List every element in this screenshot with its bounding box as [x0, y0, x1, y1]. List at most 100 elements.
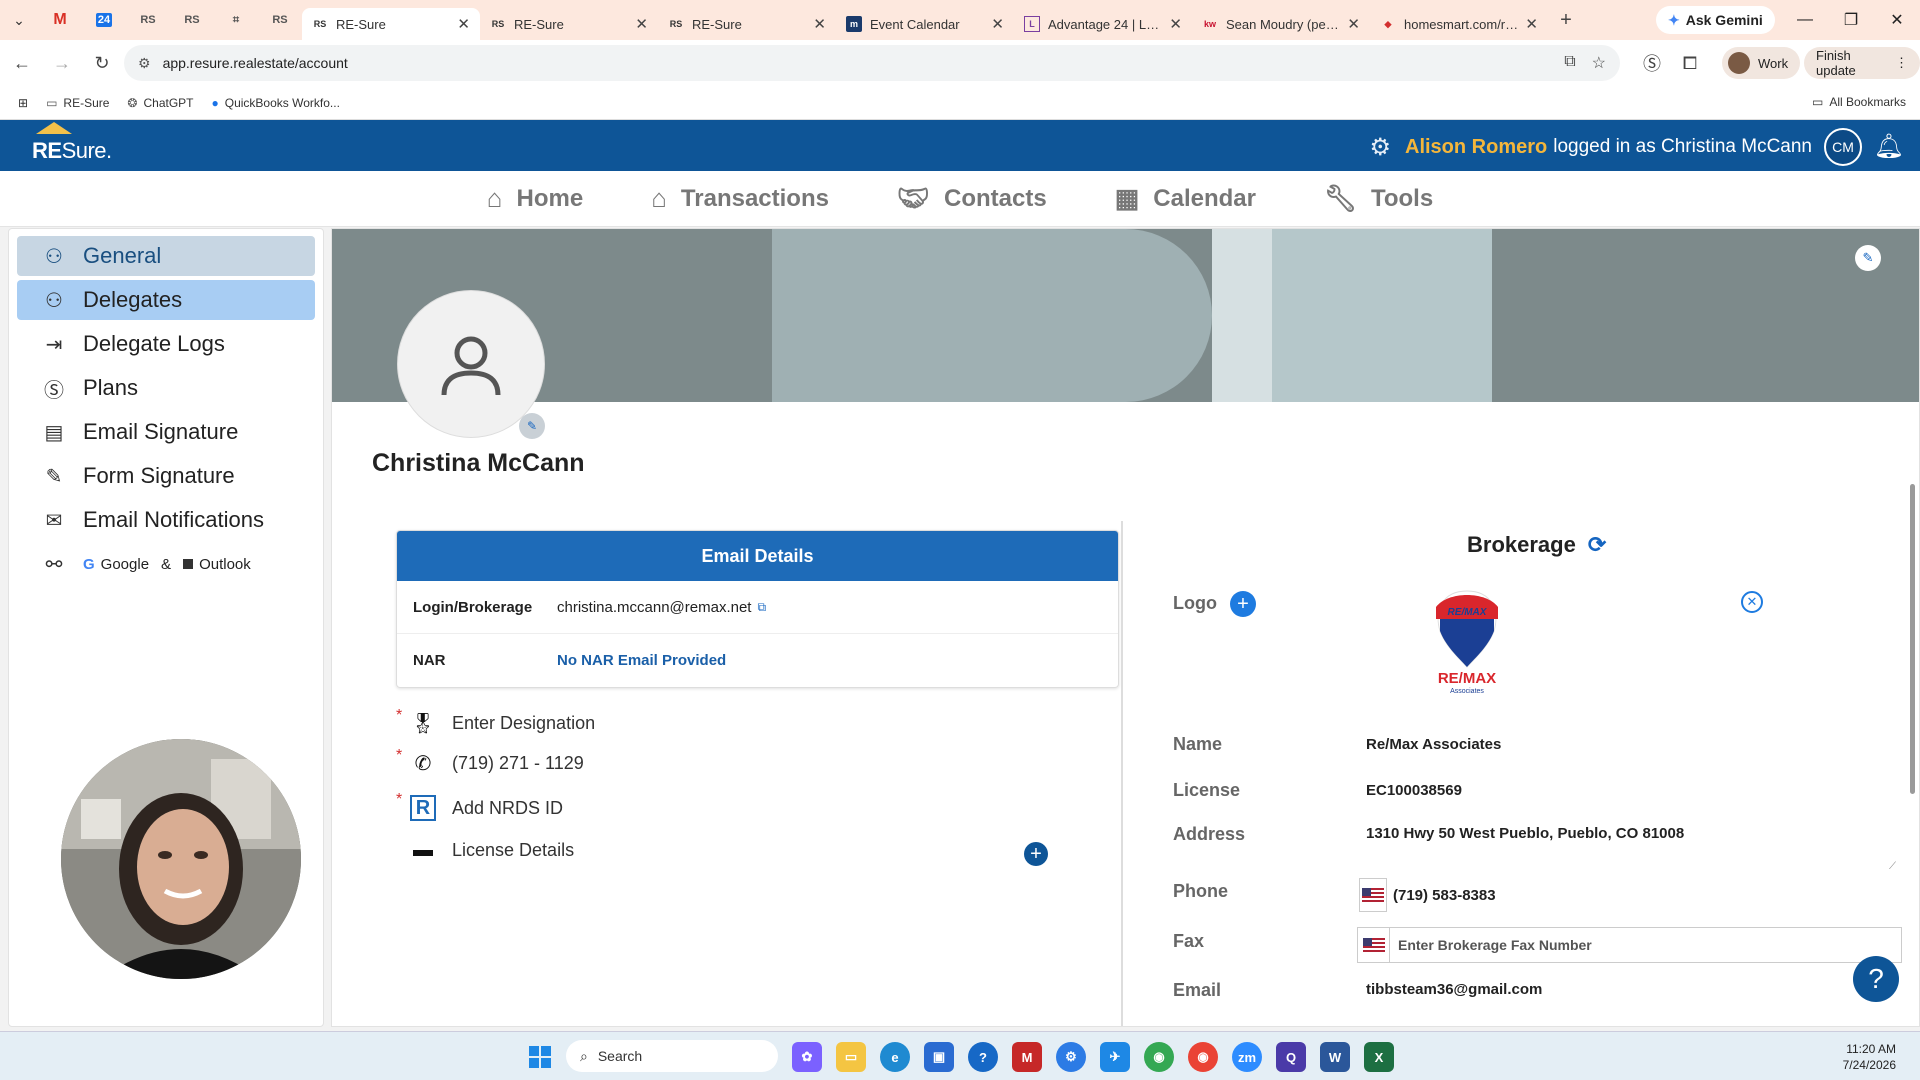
- ask-gemini-button[interactable]: ✦ Ask Gemini: [1656, 6, 1775, 34]
- back-arrow-icon[interactable]: ←: [4, 45, 40, 81]
- close-tab-icon[interactable]: ✕: [1169, 15, 1182, 33]
- sidebar-item-delegate-logs[interactable]: ⇥ Delegate Logs: [17, 324, 315, 364]
- pinned-tab-1[interactable]: 24: [82, 0, 126, 40]
- bookmark-resure[interactable]: ▭ RE-Sure: [46, 96, 109, 110]
- designation-field[interactable]: * 🎖︎ Enter Designation: [396, 707, 595, 736]
- mcafee-icon[interactable]: M: [1012, 1042, 1042, 1072]
- zoom-icon[interactable]: zm: [1232, 1042, 1262, 1072]
- sidebar-item-email-notifications[interactable]: ✉ Email Notifications: [17, 500, 315, 540]
- extension-s-icon[interactable]: Ⓢ: [1634, 45, 1670, 81]
- chrome-icon[interactable]: ◉: [1144, 1042, 1174, 1072]
- phone-field[interactable]: * ✆ (719) 271 - 1129: [396, 747, 584, 776]
- pinned-tab-4[interactable]: ⌗: [214, 0, 258, 40]
- windows-start-icon[interactable]: [529, 1046, 551, 1068]
- tab-sean-moudry[interactable]: kw Sean Moudry (perso ✕: [1192, 8, 1370, 40]
- address-label: Address: [1173, 824, 1246, 844]
- help-app-icon[interactable]: ?: [968, 1042, 998, 1072]
- textarea-resize-handle-icon[interactable]: ⟋: [1889, 861, 1896, 872]
- brokerage-fax-input[interactable]: Enter Brokerage Fax Number: [1357, 927, 1902, 963]
- close-tab-icon[interactable]: ✕: [1347, 15, 1360, 33]
- tab-resure-active[interactable]: RS RE-Sure ✕: [302, 8, 480, 40]
- file-explorer-icon[interactable]: ▭: [836, 1042, 866, 1072]
- help-button[interactable]: ?: [1853, 956, 1899, 1002]
- brokerage-email-value[interactable]: tibbsteam36@gmail.com: [1366, 981, 1542, 998]
- pinned-gmail-tab[interactable]: M: [38, 0, 82, 40]
- copilot-icon[interactable]: ✿: [792, 1042, 822, 1072]
- bookmark-quickbooks[interactable]: ● QuickBooks Workfo...: [212, 96, 340, 110]
- refresh-icon[interactable]: ⟳: [1588, 532, 1606, 558]
- add-license-button[interactable]: +: [1024, 842, 1048, 866]
- beta-app-icon[interactable]: ⚙: [1056, 1042, 1086, 1072]
- edit-avatar-pencil-icon[interactable]: ✎: [519, 413, 545, 439]
- us-flag-icon[interactable]: [1358, 928, 1390, 962]
- store-icon[interactable]: ▣: [924, 1042, 954, 1072]
- close-tab-icon[interactable]: ✕: [457, 15, 470, 33]
- pinned-tab-5[interactable]: RS: [258, 0, 302, 40]
- handshake-icon: 🤝︎: [896, 183, 930, 213]
- quickbooks-app-icon[interactable]: Q: [1276, 1042, 1306, 1072]
- nav-calendar[interactable]: ▦ Calendar: [1115, 183, 1256, 214]
- close-tab-icon[interactable]: ✕: [1525, 15, 1538, 33]
- nav-home[interactable]: ⌂ Home: [487, 183, 583, 214]
- nav-contacts[interactable]: 🤝︎ Contacts: [897, 183, 1047, 214]
- tab-advantage-24[interactable]: L Advantage 24 | Logo ✕: [1014, 8, 1192, 40]
- install-app-icon[interactable]: ⧉: [1564, 53, 1575, 73]
- us-flag-icon[interactable]: [1359, 878, 1387, 912]
- sidebar-item-delegates[interactable]: ⚇ Delegates: [17, 280, 315, 320]
- edit-banner-pencil-icon[interactable]: ✎: [1855, 245, 1881, 271]
- close-tab-icon[interactable]: ✕: [813, 15, 826, 33]
- finish-update-button[interactable]: Finish update ⋮: [1804, 47, 1920, 79]
- reload-icon[interactable]: ↻: [84, 45, 120, 81]
- tab-search-chevron-icon[interactable]: ⌄: [0, 0, 38, 40]
- new-tab-button[interactable]: +: [1548, 9, 1584, 32]
- close-tab-icon[interactable]: ✕: [635, 15, 648, 33]
- extensions-puzzle-icon[interactable]: ⧠: [1672, 45, 1708, 81]
- user-avatar[interactable]: CM: [1824, 128, 1862, 166]
- nav-transactions[interactable]: ⌂ Transactions: [651, 183, 829, 214]
- restore-button[interactable]: ❐: [1828, 0, 1874, 40]
- brokerage-address-value[interactable]: 1310 Hwy 50 West Pueblo, Pueblo, CO 8100…: [1366, 825, 1684, 842]
- apps-grid-icon[interactable]: ⊞: [18, 96, 28, 110]
- brokerage-heading: Brokerage ⟳: [1467, 532, 1607, 558]
- sidebar-item-general[interactable]: ⚇ General: [17, 236, 315, 276]
- excel-icon[interactable]: X: [1364, 1042, 1394, 1072]
- scrollbar[interactable]: [1910, 484, 1915, 794]
- all-bookmarks[interactable]: ▭ All Bookmarks: [1812, 95, 1906, 109]
- pinned-tab-3[interactable]: RS: [170, 0, 214, 40]
- tab-event-calendar[interactable]: m Event Calendar ✕: [836, 8, 1014, 40]
- bookmark-star-icon[interactable]: ☆: [1592, 53, 1606, 73]
- forward-arrow-icon[interactable]: →: [44, 45, 80, 81]
- minimize-button[interactable]: —: [1782, 0, 1828, 40]
- brokerage-phone-field[interactable]: (719) 583-8383: [1359, 877, 1496, 913]
- sidebar-item-integrations[interactable]: ⚯ G Google & Outlook: [17, 544, 315, 584]
- tab-homesmart[interactable]: ◆ homesmart.com/rea ✕: [1370, 8, 1548, 40]
- close-tab-icon[interactable]: ✕: [991, 15, 1004, 33]
- pinned-tab-2[interactable]: RS: [126, 0, 170, 40]
- bookmark-chatgpt[interactable]: ❂ ChatGPT: [127, 96, 193, 110]
- profile-button[interactable]: Work: [1722, 47, 1801, 79]
- sidebar-item-email-signature[interactable]: ▤ Email Signature: [17, 412, 315, 452]
- taskbar-clock[interactable]: 11:20 AM 7/24/2026: [1843, 1041, 1896, 1073]
- nav-tools[interactable]: 🔧︎ Tools: [1324, 183, 1433, 214]
- notifications-bell-icon[interactable]: 🔔︎: [1874, 132, 1904, 161]
- settings-gear-icon[interactable]: ⚙: [1369, 133, 1391, 162]
- license-details-field[interactable]: ▬ License Details: [396, 839, 574, 862]
- word-icon[interactable]: W: [1320, 1042, 1350, 1072]
- taskbar-search[interactable]: ⌕ Search: [566, 1040, 778, 1072]
- resure-logo[interactable]: RESure.: [32, 122, 112, 163]
- remove-logo-icon[interactable]: ✕: [1741, 591, 1763, 613]
- pre-app-icon[interactable]: ✈: [1100, 1042, 1130, 1072]
- site-info-icon[interactable]: ⚙: [138, 55, 151, 72]
- edge-icon[interactable]: e: [880, 1042, 910, 1072]
- sidebar-item-plans[interactable]: Ⓢ Plans: [17, 368, 315, 408]
- sidebar-item-form-signature[interactable]: ✎ Form Signature: [17, 456, 315, 496]
- copy-icon[interactable]: ⧉: [757, 600, 766, 615]
- chrome-profile-icon[interactable]: ◉: [1188, 1042, 1218, 1072]
- close-window-button[interactable]: ✕: [1874, 0, 1920, 40]
- add-logo-button[interactable]: +: [1230, 591, 1256, 617]
- tab-resure-3[interactable]: RS RE-Sure ✕: [658, 8, 836, 40]
- nrds-field[interactable]: * R Add NRDS ID: [396, 791, 563, 821]
- webcam-video-overlay[interactable]: [61, 739, 301, 979]
- url-bar[interactable]: ⚙ app.resure.realestate/account ⧉ ☆: [124, 45, 1620, 81]
- tab-resure-2[interactable]: RS RE-Sure ✕: [480, 8, 658, 40]
